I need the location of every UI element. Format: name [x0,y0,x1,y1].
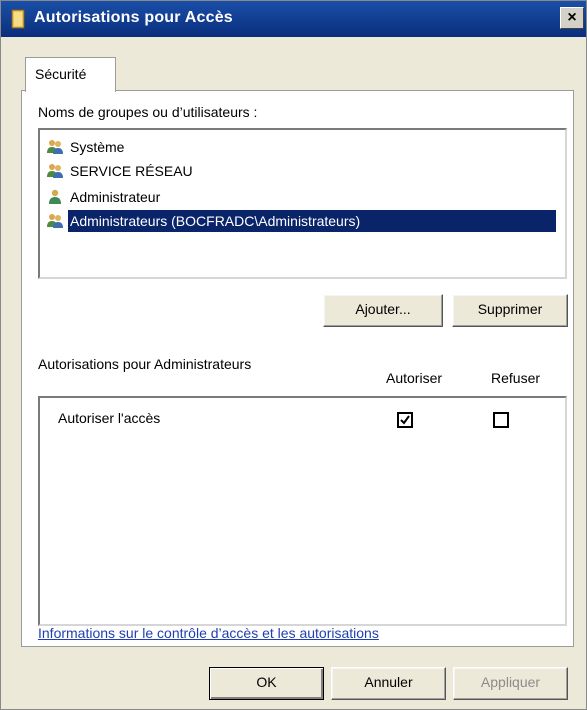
group-icon [47,164,63,178]
permissions-dialog: Autorisations pour Accès × Sécurité Noms… [0,0,587,710]
list-item-label: Système [70,139,125,155]
group-icon [47,214,63,228]
groups-list[interactable]: Système SERVICE RÉSEAU Administrateur Ad… [38,128,567,279]
allow-column-header: Autoriser [386,370,443,386]
checkmark-icon [400,415,410,425]
groups-label: Noms de groupes ou d’utilisateurs : [38,104,258,120]
remove-button[interactable]: Supprimer [452,294,568,327]
permission-row-label: Autoriser l'accès [58,410,161,426]
tab-security-label: Sécurité [35,66,87,82]
apply-button[interactable]: Appliquer [453,667,568,700]
add-button[interactable]: Ajouter... [323,294,443,327]
allow-checkbox[interactable] [397,412,413,428]
access-control-help-link[interactable]: Informations sur le contrôle d’accès et … [38,625,379,641]
folder-icon [11,9,25,29]
window-title: Autorisations pour Accès [34,9,233,26]
user-icon [49,189,61,204]
deny-checkbox[interactable] [493,412,509,428]
group-icon [47,140,63,154]
list-item-label: Administrateurs (BOCFRADC\Administrateur… [68,210,556,232]
list-item-label: Administrateur [70,189,161,205]
title-bar[interactable]: Autorisations pour Accès × [1,1,586,37]
permissions-list: Autoriser l'accès [38,396,567,626]
deny-column-header: Refuser [491,370,541,386]
list-item-label: SERVICE RÉSEAU [70,163,193,179]
cancel-button[interactable]: Annuler [331,667,446,700]
tab-security[interactable]: Sécurité [25,57,116,92]
ok-button[interactable]: OK [209,667,324,700]
permissions-label: Autorisations pour Administrateurs [38,356,252,372]
close-button[interactable]: × [560,7,584,29]
